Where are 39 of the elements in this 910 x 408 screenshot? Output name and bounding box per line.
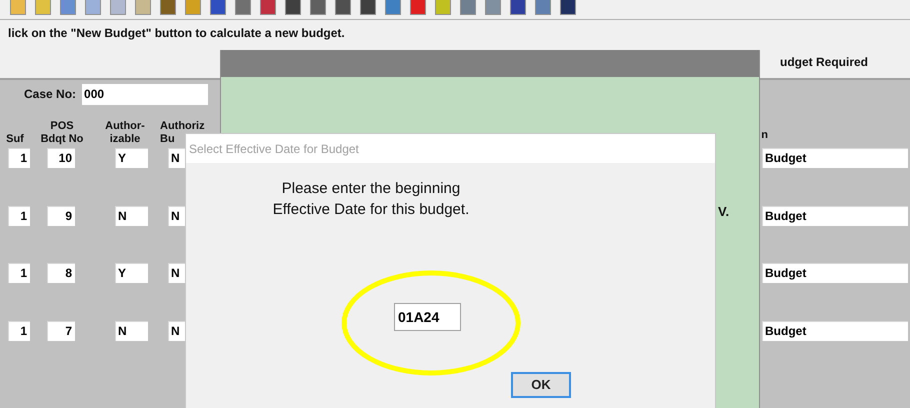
toolbar-icon[interactable]	[360, 0, 376, 15]
toolbar-icon[interactable]	[285, 0, 301, 15]
table-cell: Budget	[762, 263, 908, 283]
table-cell: 9	[47, 206, 75, 226]
toolbar-icon[interactable]	[35, 0, 51, 15]
column-heading: n	[761, 128, 768, 142]
column-heading: Suf	[5, 133, 25, 146]
table-cell: Budget	[762, 148, 908, 168]
panel-text: V.	[718, 203, 730, 221]
column-heading: Author- izable	[104, 120, 146, 146]
ok-button[interactable]: OK	[511, 372, 571, 398]
table-cell: 1	[8, 320, 30, 340]
toolbar-icon[interactable]	[10, 0, 26, 15]
column-heading: POS Bdqt No	[40, 120, 84, 146]
toolbar-icon[interactable]	[310, 0, 326, 15]
case-no-field[interactable]: 000	[82, 84, 208, 104]
table-cell: 7	[47, 320, 75, 340]
column-heading: udget Required	[780, 54, 868, 71]
date-field[interactable]: 01A24	[394, 303, 461, 331]
table-cell: Budget	[762, 320, 908, 340]
dialog-message: Please enter the beginning Effective Date for this budget.	[272, 179, 470, 220]
case-no-label: Case No:	[24, 86, 76, 103]
table-cell: Y	[115, 263, 148, 283]
instruction-text: lick on the "New Budget" button to calculate a new budget.	[8, 25, 345, 42]
toolbar-icon[interactable]	[260, 0, 276, 15]
toolbar-icon[interactable]	[560, 0, 576, 15]
table-cell: Y	[115, 148, 148, 168]
table-cell: 1	[8, 263, 30, 283]
table-cell: Budget	[762, 206, 908, 226]
toolbar-icon[interactable]	[335, 0, 351, 15]
table-cell: N	[115, 320, 148, 340]
table-cell: 1	[8, 206, 30, 226]
table-cell: 1	[8, 148, 30, 168]
toolbar-icon[interactable]	[510, 0, 526, 15]
toolbar-icon[interactable]	[160, 0, 176, 15]
table-cell: 10	[47, 148, 75, 168]
table-cell: N	[115, 206, 148, 226]
table-cell: 8	[47, 263, 75, 283]
toolbar-icon[interactable]	[210, 0, 226, 15]
